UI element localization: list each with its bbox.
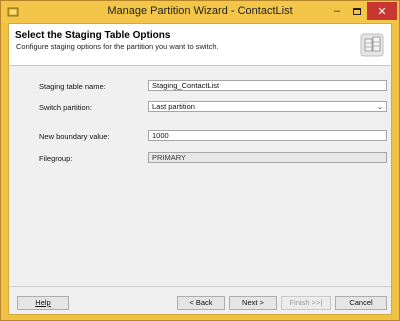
footer-divider	[9, 286, 391, 287]
minimize-button[interactable]: –	[327, 2, 347, 20]
cancel-button[interactable]: Cancel	[335, 296, 387, 310]
back-button-label: < Back	[189, 298, 213, 307]
close-button[interactable]: ✕	[367, 2, 397, 20]
filegroup-label: Filegroup:	[39, 154, 73, 163]
finish-button-label: Finish >>|	[289, 298, 323, 307]
wizard-window: Manage Partition Wizard - ContactList – …	[0, 0, 400, 321]
page-subtitle: Configure staging options for the partit…	[16, 42, 219, 51]
switch-partition-value: Last partition	[152, 102, 195, 111]
switch-partition-label: Switch partition:	[39, 103, 92, 112]
help-button-label: Help	[35, 298, 51, 307]
title-bar[interactable]: Manage Partition Wizard - ContactList – …	[1, 1, 399, 23]
chevron-down-icon[interactable]: ⌄	[377, 103, 383, 113]
next-button[interactable]: Next >	[229, 296, 277, 310]
wizard-header: Select the Staging Table Options Configu…	[9, 24, 391, 66]
staging-table-input[interactable]: Staging_ContactList	[148, 80, 387, 91]
finish-button[interactable]: Finish >>|	[281, 296, 331, 310]
cancel-button-label: Cancel	[349, 298, 373, 307]
filegroup-value: PRIMARY	[148, 152, 387, 163]
partition-wizard-icon	[360, 33, 384, 57]
help-button[interactable]: Help	[17, 296, 69, 310]
back-button[interactable]: < Back	[177, 296, 225, 310]
staging-table-label: Staging table name:	[39, 82, 106, 91]
boundary-value-label: New boundary value:	[39, 132, 110, 141]
switch-partition-select[interactable]: Last partition ⌄	[148, 101, 387, 112]
boundary-value-input[interactable]: 1000	[148, 130, 387, 141]
page-title: Select the Staging Table Options	[15, 30, 171, 41]
maximize-button[interactable]	[347, 2, 367, 20]
wizard-client-area: Select the Staging Table Options Configu…	[8, 23, 392, 315]
maximize-icon	[353, 7, 361, 15]
next-button-label: Next >	[242, 298, 264, 307]
